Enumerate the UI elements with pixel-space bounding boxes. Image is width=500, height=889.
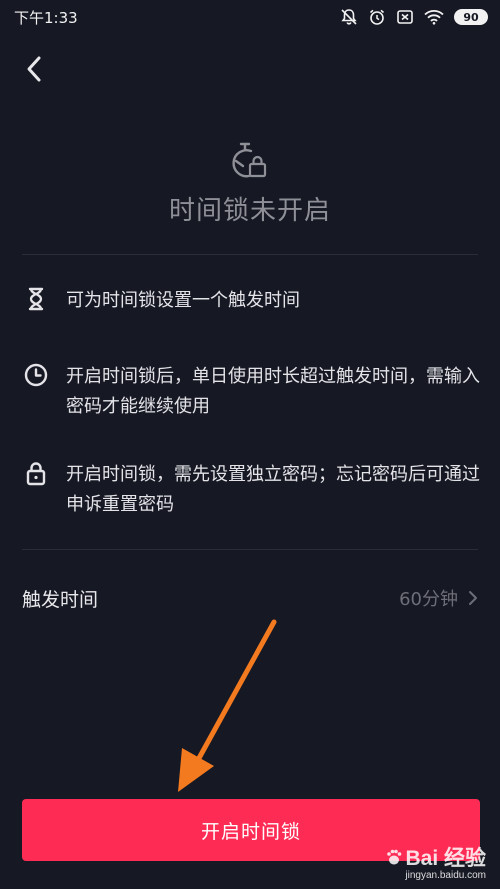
back-button[interactable] (18, 52, 50, 86)
lock-icon (26, 462, 46, 486)
wifi-icon (424, 10, 444, 25)
status-bar: 下午1:33 90 (0, 0, 500, 34)
chevron-left-icon (27, 56, 41, 82)
alarm-icon (369, 9, 385, 25)
divider-top (22, 254, 478, 255)
feature-item-separate-password: 开启时间锁，需先设置独立密码；忘记密码后可通过申诉重置密码 (22, 460, 482, 520)
battery-indicator: 90 (454, 9, 488, 25)
no-sim-icon (397, 10, 413, 24)
baidu-paw-icon (387, 849, 402, 865)
mute-bell-icon (341, 9, 357, 25)
clock-icon (24, 363, 48, 387)
status-time: 下午1:33 (14, 8, 78, 27)
trigger-time-value-group: 60分钟 (399, 585, 478, 611)
trigger-time-row[interactable]: 触发时间 60分钟 (22, 576, 478, 620)
trigger-time-value: 60分钟 (399, 589, 458, 610)
feature-text: 开启时间锁，需先设置独立密码；忘记密码后可通过申诉重置密码 (66, 464, 480, 515)
watermark-url: jingyan.baidu.com (405, 870, 486, 881)
time-lock-icon (232, 142, 267, 178)
feature-item-trigger-time: 可为时间锁设置一个触发时间 (22, 286, 482, 316)
hourglass-icon (28, 287, 44, 311)
watermark-brand: Bai 经验 (385, 842, 486, 872)
chevron-right-icon (469, 591, 477, 605)
trigger-time-label: 触发时间 (22, 588, 99, 611)
page-title: 时间锁未开启 (168, 196, 331, 226)
feature-text: 开启时间锁后，单日使用时长超过触发时间，需输入密码才能继续使用 (66, 366, 480, 417)
baidu-watermark: Bai 经验 jingyan.baidu.com (385, 842, 486, 881)
feature-item-password-required: 开启时间锁后，单日使用时长超过触发时间，需输入密码才能继续使用 (22, 362, 482, 422)
feature-text: 可为时间锁设置一个触发时间 (66, 290, 300, 311)
watermark-brand-text: Bai 经验 (405, 847, 486, 870)
divider-bottom (22, 549, 478, 550)
annotation-arrow-icon (178, 619, 277, 792)
status-icons: 90 (340, 8, 488, 26)
